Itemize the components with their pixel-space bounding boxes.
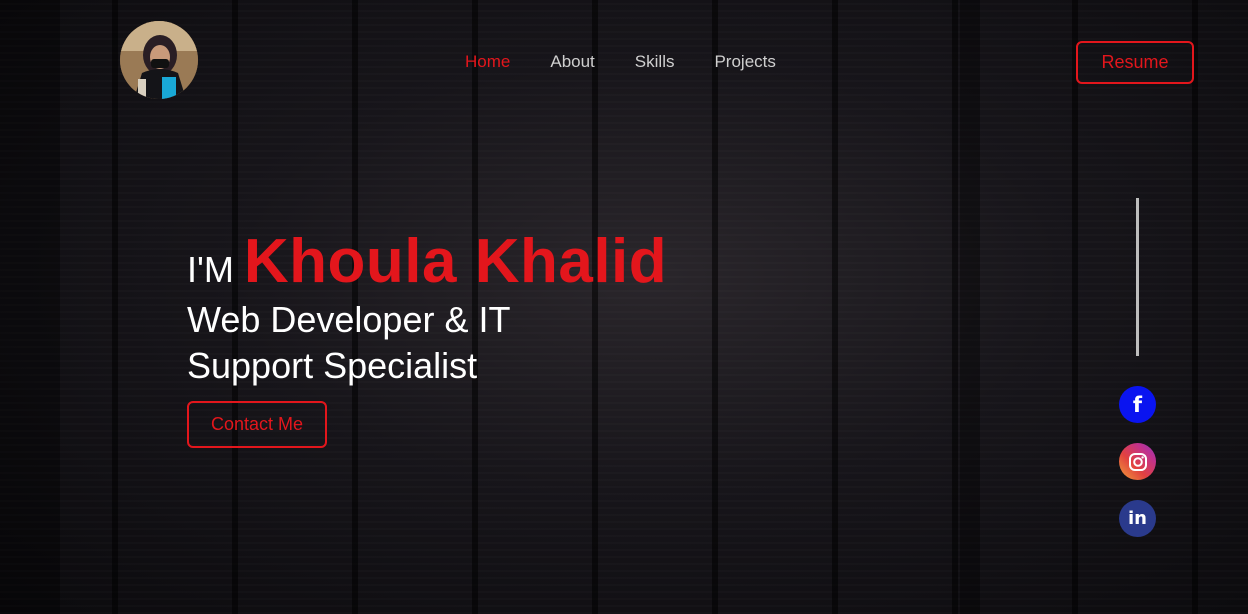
resume-button[interactable]: Resume (1076, 41, 1194, 84)
main-nav: Home About Skills Projects (465, 52, 776, 72)
linkedin-link[interactable]: in (1119, 500, 1156, 537)
wood-plank-shade (960, 0, 980, 614)
hero-section: I'M Khoula Khalid Web Developer & IT Sup… (187, 226, 667, 448)
facebook-icon: f (1132, 392, 1143, 417)
linkedin-icon: in (1128, 508, 1147, 529)
contact-me-button[interactable]: Contact Me (187, 401, 327, 448)
avatar[interactable] (120, 21, 198, 99)
nav-about[interactable]: About (550, 52, 594, 72)
hero-name: Khoula Khalid (243, 227, 668, 296)
instagram-icon (1128, 452, 1147, 471)
nav-home[interactable]: Home (465, 52, 510, 72)
wood-plank-shade (0, 0, 60, 614)
social-divider-line (1136, 198, 1139, 356)
instagram-link[interactable] (1119, 443, 1156, 480)
hero-role: Web Developer & IT Support Specialist (187, 299, 510, 386)
nav-projects[interactable]: Projects (714, 52, 775, 72)
intro-line: I'M Khoula Khalid (187, 226, 667, 297)
nav-skills[interactable]: Skills (635, 52, 675, 72)
facebook-link[interactable]: f (1119, 386, 1156, 423)
profile-photo (120, 21, 198, 99)
intro-prefix: I'M (187, 249, 234, 290)
